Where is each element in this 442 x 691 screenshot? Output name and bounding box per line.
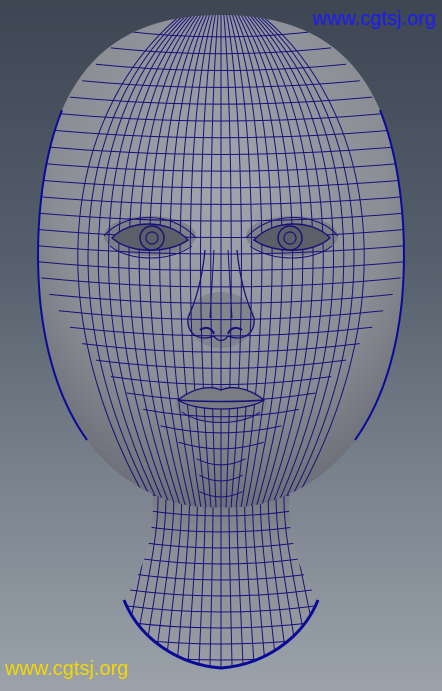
3d-viewport[interactable]: www.cgtsj.org www.cgtsj.org xyxy=(0,0,442,691)
watermark-bottom: www.cgtsj.org xyxy=(5,658,129,680)
wireframe-head-model xyxy=(37,15,405,670)
watermark-top: www.cgtsj.org xyxy=(312,8,436,30)
